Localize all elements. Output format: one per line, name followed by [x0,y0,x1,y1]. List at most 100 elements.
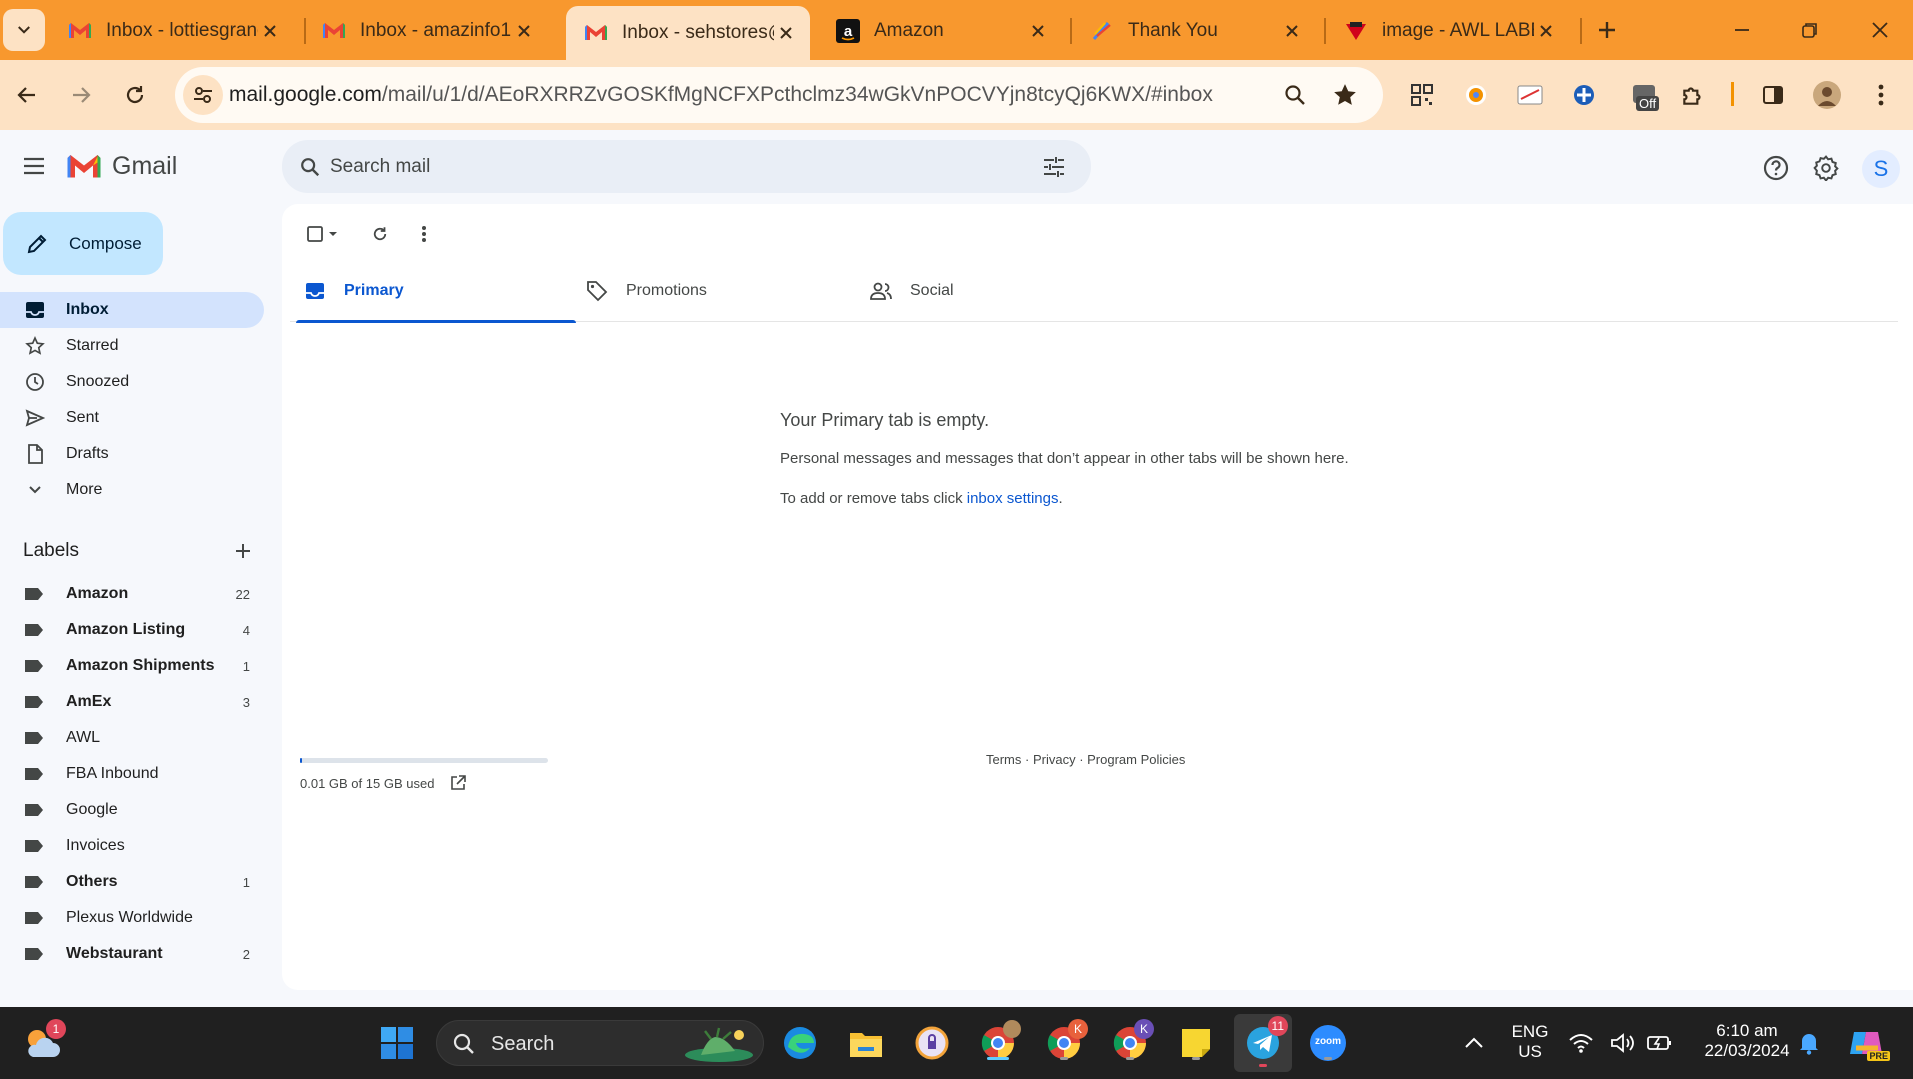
zoom-button[interactable] [1279,79,1311,111]
copilot-taskbar-icon[interactable]: PRE [1844,1021,1890,1065]
clock[interactable]: 6:10 am 22/03/2024 [1690,1021,1804,1061]
search-options-icon[interactable] [1040,153,1068,181]
label-item[interactable]: Google [0,792,264,828]
forward-button[interactable] [62,76,100,114]
search-icon[interactable] [296,153,324,181]
off-extension-icon[interactable]: Off [1626,78,1666,112]
close-tab-icon[interactable] [258,19,282,43]
select-all-checkbox[interactable] [302,220,342,248]
label-item[interactable]: Amazon Listing 4 [0,612,264,648]
address-bar[interactable]: mail.google.com/mail/u/1/d/AEoRXRRZvGOSK… [175,67,1383,123]
storage-meter [300,758,548,763]
gmail-logo[interactable]: Gmail [66,152,177,181]
tab-title: Thank You [1128,20,1218,41]
privacy-link[interactable]: Privacy [1033,752,1076,767]
settings-button[interactable] [1806,148,1846,188]
hamburger-icon [24,157,44,175]
nav-sent[interactable]: Sent [0,400,264,436]
create-label-button[interactable] [228,536,258,566]
back-button[interactable] [8,76,46,114]
show-hidden-icons-button[interactable] [1452,1021,1496,1065]
sticky-notes-taskbar-icon[interactable] [1174,1021,1218,1065]
label-item[interactable]: FBA Inbound [0,756,264,792]
nav-starred[interactable]: Starred [0,328,264,364]
terms-link[interactable]: Terms [986,752,1021,767]
orange-dot-extension-icon[interactable] [1459,78,1493,112]
support-button[interactable] [1756,148,1796,188]
close-tab-icon[interactable] [512,19,536,43]
tab-search-button[interactable] [3,9,45,51]
browser-tab[interactable]: image - AWL LABEL [1326,8,1570,54]
refresh-button[interactable] [366,220,394,248]
site-info-button[interactable] [183,75,223,115]
plus-icon [1599,22,1615,38]
close-window-button[interactable] [1850,8,1910,52]
restore-button[interactable] [1780,8,1840,52]
nav-inbox[interactable]: Inbox [0,292,264,328]
search-bar[interactable] [282,140,1091,193]
browser-tab[interactable]: Inbox - lottiesgrand [50,8,294,54]
minimize-button[interactable] [1712,8,1772,52]
close-tab-icon[interactable] [1026,19,1050,43]
browser-menu-button[interactable] [1864,78,1898,112]
edge-taskbar-icon[interactable] [778,1021,822,1065]
label-item[interactable]: Amazon Shipments 1 [0,648,264,684]
new-tab-button[interactable] [1590,13,1624,47]
chrome-profile-k-taskbar-icon[interactable]: K [1042,1019,1088,1065]
browser-tab[interactable]: a Amazon [818,8,1062,54]
input-language[interactable]: ENG US [1506,1022,1554,1062]
start-button[interactable] [375,1021,419,1065]
qr-extension-icon[interactable] [1405,78,1439,112]
chrome-profile-k2-taskbar-icon[interactable]: K [1108,1019,1154,1065]
tab-primary[interactable]: Primary [296,260,576,323]
login-extension-icon[interactable] [1513,78,1547,112]
program-policies-link[interactable]: Program Policies [1087,752,1185,767]
side-panel-button[interactable] [1756,78,1790,112]
chrome-taskbar-icon-active[interactable] [976,1020,1021,1065]
file-explorer-taskbar-icon[interactable] [844,1021,888,1065]
label-item[interactable]: Webstaurant 2 [0,936,264,972]
close-tab-icon[interactable] [774,21,798,45]
password-manager-taskbar-icon[interactable] [910,1021,954,1065]
notifications-button[interactable] [1792,1021,1826,1065]
tab-social[interactable]: Social [868,260,1112,322]
close-tab-icon[interactable] [1534,19,1558,43]
nav-snoozed[interactable]: Snoozed [0,364,264,400]
battery-icon[interactable] [1642,1021,1676,1065]
label-item[interactable]: Amazon 22 [0,576,264,612]
gmail-wordmark: Gmail [112,152,178,180]
checkbox-icon [307,226,337,242]
extensions-button[interactable] [1676,78,1710,112]
tab-promotions[interactable]: Promotions [584,260,828,322]
manage-storage-link[interactable] [447,772,469,794]
browser-tab[interactable]: Thank You [1072,8,1316,54]
more-actions-button[interactable] [410,220,438,248]
label-item[interactable]: AmEx 3 [0,684,264,720]
wifi-icon[interactable] [1564,1021,1598,1065]
zoom-taskbar-icon[interactable]: zoom [1306,1021,1350,1065]
search-input[interactable] [330,140,1010,193]
label-item[interactable]: Plexus Worldwide [0,900,264,936]
compose-label: Compose [69,233,142,253]
inbox-settings-link[interactable]: inbox settings [967,490,1059,507]
browser-tab-active[interactable]: Inbox - sehstores@ [566,6,810,60]
telegram-taskbar-icon[interactable]: 11 [1234,1014,1292,1072]
account-avatar[interactable]: S [1862,150,1900,188]
label-tag-icon [25,588,43,600]
nav-more[interactable]: More [0,472,264,508]
blue-extension-icon[interactable] [1567,78,1601,112]
label-item[interactable]: Others 1 [0,864,264,900]
taskbar-search[interactable]: Search [436,1020,764,1066]
bookmark-button[interactable] [1329,79,1361,111]
label-item[interactable]: Invoices [0,828,264,864]
main-menu-button[interactable] [16,148,52,184]
volume-icon[interactable] [1606,1021,1640,1065]
reload-button[interactable] [116,76,154,114]
profile-button[interactable] [1810,78,1844,112]
label-item[interactable]: AWL [0,720,264,756]
weather-widget[interactable]: 1 [20,1019,66,1065]
browser-tab[interactable]: Inbox - amazinfo1 [304,8,548,54]
compose-button[interactable]: Compose [3,212,163,275]
nav-drafts[interactable]: Drafts [0,436,264,472]
close-tab-icon[interactable] [1280,19,1304,43]
